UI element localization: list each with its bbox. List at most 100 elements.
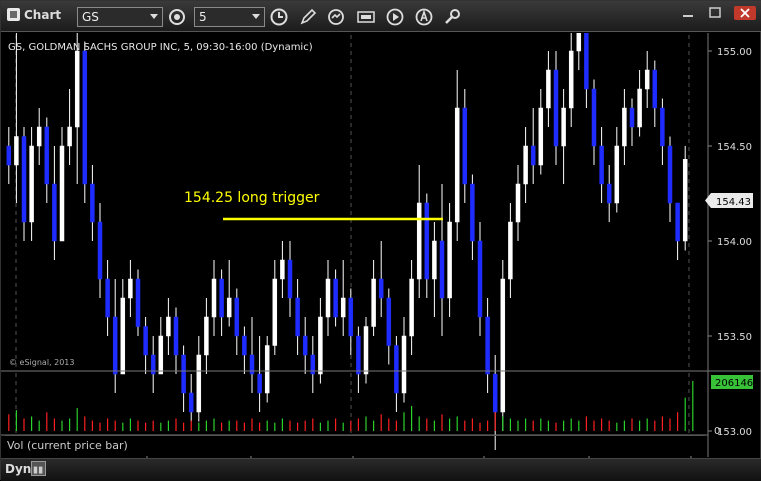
candle-body — [36, 126, 42, 147]
close-icon — [734, 6, 756, 20]
candle-body — [614, 145, 620, 204]
maximize-icon — [709, 7, 721, 18]
candle-body — [523, 145, 528, 185]
symbol-value: GS — [82, 10, 99, 24]
candle-body — [188, 392, 194, 413]
gear-icon — [169, 9, 185, 25]
candle-body — [173, 316, 179, 356]
candle-body — [553, 69, 559, 147]
time-template-button[interactable] — [269, 7, 289, 27]
candle-body — [128, 278, 133, 299]
candle-body — [454, 107, 460, 223]
candle-body — [660, 107, 665, 147]
candle-body — [120, 297, 126, 375]
candle-body — [340, 297, 346, 318]
price-tick-label: 153.50 — [717, 332, 752, 343]
clock-icon — [270, 8, 288, 26]
interval-combo[interactable]: 5 — [194, 7, 265, 27]
candles — [6, 33, 688, 450]
candle-body — [67, 126, 72, 147]
candle-body — [538, 107, 544, 166]
price-chart[interactable]: 154.25 long trigger GS, GOLDMAN SACHS GR… — [1, 33, 761, 458]
chart-header: GS, GOLDMAN SACHS GROUP INC, 5, 09:30-16… — [8, 42, 313, 53]
candle-body — [485, 316, 490, 375]
candle-body — [530, 145, 536, 166]
candle-body — [302, 335, 308, 356]
candle-body — [333, 278, 338, 318]
volume-study-label[interactable]: Vol (current price bar) — [7, 439, 128, 452]
layout-icon — [33, 466, 43, 474]
candle-body — [325, 278, 331, 318]
pencil-icon — [300, 8, 317, 25]
candle-body — [492, 373, 498, 413]
candle-body — [546, 69, 551, 109]
candle-body — [264, 345, 270, 394]
candle-body — [591, 88, 597, 147]
candle-body — [196, 354, 202, 413]
candle-body — [652, 69, 658, 109]
play-button[interactable] — [385, 7, 405, 27]
seek-icon — [357, 11, 375, 23]
price-tick-label: 153.00 — [717, 427, 752, 438]
candle-body — [576, 33, 582, 52]
candle-body — [44, 126, 50, 185]
candle-body — [584, 33, 589, 90]
symbol-link-button[interactable] — [167, 7, 187, 27]
candle-body — [606, 183, 612, 204]
candle-body — [295, 297, 300, 337]
candle-body — [682, 159, 688, 242]
candle-body — [515, 183, 521, 223]
minimize-button[interactable] — [680, 6, 696, 20]
candle-body — [424, 202, 430, 280]
candle-body — [272, 278, 278, 346]
refresh-icon — [328, 9, 344, 25]
candle-body — [637, 88, 642, 128]
cursor-mode-button[interactable] — [326, 7, 346, 27]
candle-body — [181, 354, 186, 394]
wrench-icon — [445, 9, 460, 24]
candle-body — [378, 278, 384, 299]
candle-body — [29, 145, 34, 223]
draw-tool-button[interactable] — [298, 7, 318, 27]
candle-body — [416, 202, 422, 280]
candle-body — [135, 278, 141, 327]
candle-body — [287, 259, 293, 299]
candle-body — [97, 221, 103, 280]
candle-body — [219, 278, 224, 318]
candle-body — [371, 278, 376, 327]
candle-body — [234, 297, 240, 337]
candle-body — [477, 240, 483, 318]
candle-body — [6, 145, 12, 166]
candle-body — [356, 335, 361, 375]
alert-icon — [415, 8, 433, 26]
symbol-combo[interactable]: GS — [77, 7, 163, 27]
minimize-icon — [683, 15, 693, 17]
mode-toggle-button[interactable] — [31, 461, 46, 476]
candle-body — [211, 278, 217, 318]
volume-zero-label: 0 — [714, 426, 720, 437]
close-button[interactable] — [734, 6, 756, 20]
candle-body — [439, 240, 445, 299]
candle-body — [622, 107, 627, 147]
alert-button[interactable] — [414, 7, 434, 27]
chevron-down-icon — [150, 14, 158, 19]
candle-body — [561, 107, 566, 147]
candle-body — [401, 335, 407, 394]
settings-button[interactable] — [442, 7, 462, 27]
chart-window: Chart GS 5 154.25 long trigger GS, GOLDM… — [0, 0, 761, 481]
toolbar: Chart GS 5 — [1, 1, 761, 32]
candle-body — [82, 50, 88, 185]
candle-body — [14, 136, 19, 166]
candle-body — [52, 183, 57, 242]
candle-body — [348, 297, 354, 337]
seek-button[interactable] — [356, 7, 376, 27]
play-icon — [386, 8, 404, 26]
chart-app-icon — [7, 8, 20, 21]
maximize-button[interactable] — [707, 6, 723, 20]
candle-body — [318, 316, 323, 375]
candle-body — [599, 145, 604, 185]
price-tick-label: 154.00 — [717, 237, 752, 248]
chevron-down-icon — [252, 14, 260, 19]
candle-body — [280, 259, 285, 280]
candle-body — [432, 240, 437, 280]
